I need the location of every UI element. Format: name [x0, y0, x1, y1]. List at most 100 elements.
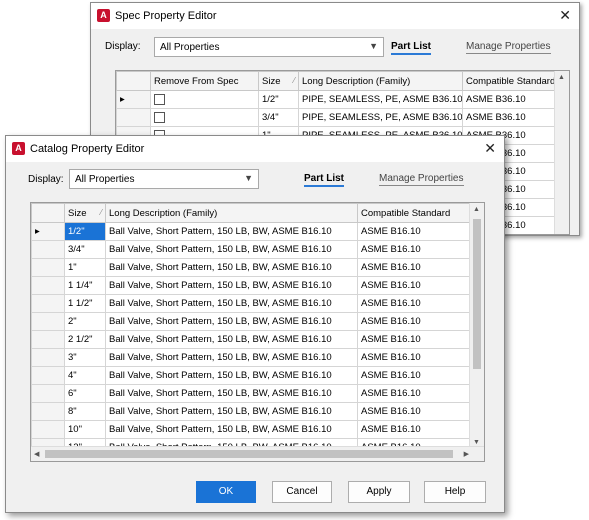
- table-row[interactable]: 6" Ball Valve, Short Pattern, 150 LB, BW,…: [31, 384, 473, 403]
- column-header-compatible-standard[interactable]: Compatible Standard: [357, 203, 473, 223]
- column-header-remove-from-spec[interactable]: Remove From Spec: [150, 71, 259, 91]
- row-header[interactable]: [31, 330, 65, 349]
- scroll-left-icon[interactable]: ◀: [34, 450, 39, 458]
- apply-button[interactable]: Apply: [348, 481, 410, 503]
- size-cell[interactable]: 8": [64, 402, 106, 421]
- row-header[interactable]: [31, 312, 65, 331]
- row-header[interactable]: [31, 384, 65, 403]
- row-header[interactable]: [31, 276, 65, 295]
- table-row[interactable]: 3/4" Ball Valve, Short Pattern, 150 LB, B…: [31, 240, 473, 259]
- spec-tab-manage-properties[interactable]: Manage Properties: [466, 41, 551, 54]
- scroll-right-icon[interactable]: ▶: [464, 450, 469, 458]
- size-cell[interactable]: 1/2": [258, 90, 299, 109]
- standard-cell[interactable]: ASME B16.10: [357, 366, 473, 385]
- catalog-display-dropdown[interactable]: All Properties ▼: [69, 169, 259, 189]
- close-icon[interactable]: ✕: [484, 140, 496, 157]
- standard-cell[interactable]: ASME B36.10: [462, 108, 563, 127]
- description-cell[interactable]: Ball Valve, Short Pattern, 150 LB, BW, A…: [105, 222, 358, 241]
- standard-cell[interactable]: ASME B16.10: [357, 330, 473, 349]
- size-cell[interactable]: 3/4": [64, 240, 106, 259]
- description-cell[interactable]: Ball Valve, Short Pattern, 150 LB, BW, A…: [105, 258, 358, 277]
- remove-checkbox[interactable]: [154, 93, 165, 105]
- remove-from-spec-cell[interactable]: [150, 108, 259, 127]
- column-header-size[interactable]: Size ⁄: [64, 203, 106, 223]
- scroll-up-icon[interactable]: ▲: [558, 74, 565, 81]
- description-cell[interactable]: Ball Valve, Short Pattern, 150 LB, BW, A…: [105, 420, 358, 439]
- spec-tab-part-list[interactable]: Part List: [391, 41, 432, 55]
- table-row[interactable]: 8" Ball Valve, Short Pattern, 150 LB, BW,…: [31, 402, 473, 421]
- help-button[interactable]: Help: [424, 481, 486, 503]
- row-header[interactable]: ▸: [116, 90, 151, 109]
- standard-cell[interactable]: ASME B16.10: [357, 312, 473, 331]
- size-cell[interactable]: 1/2": [64, 222, 106, 241]
- catalog-horizontal-scrollbar[interactable]: ◀ ▶: [31, 446, 484, 461]
- size-cell[interactable]: 6": [64, 384, 106, 403]
- ok-button[interactable]: OK: [196, 481, 256, 503]
- standard-cell[interactable]: ASME B16.10: [357, 384, 473, 403]
- description-cell[interactable]: Ball Valve, Short Pattern, 150 LB, BW, A…: [105, 240, 358, 259]
- table-row[interactable]: 3/4" PIPE, SEAMLESS, PE, ASME B36.10, ...…: [116, 108, 563, 127]
- description-cell[interactable]: Ball Valve, Short Pattern, 150 LB, BW, A…: [105, 312, 358, 331]
- column-header-long-description[interactable]: Long Description (Family): [105, 203, 358, 223]
- horizontal-scroll-thumb[interactable]: [45, 450, 453, 458]
- cancel-button[interactable]: Cancel: [272, 481, 332, 503]
- table-row[interactable]: 2 1/2" Ball Valve, Short Pattern, 150 LB,…: [31, 330, 473, 349]
- column-header-long-description[interactable]: Long Description (Family): [298, 71, 463, 91]
- standard-cell[interactable]: ASME B16.10: [357, 222, 473, 241]
- table-row[interactable]: ▸ 1/2" Ball Valve, Short Pattern, 150 LB, …: [31, 222, 473, 241]
- table-row[interactable]: 1" Ball Valve, Short Pattern, 150 LB, BW,…: [31, 258, 473, 277]
- size-cell[interactable]: 2 1/2": [64, 330, 106, 349]
- row-header[interactable]: [31, 420, 65, 439]
- standard-cell[interactable]: ASME B16.10: [357, 276, 473, 295]
- standard-cell[interactable]: ASME B16.10: [357, 294, 473, 313]
- column-header-size[interactable]: Size ⁄: [258, 71, 299, 91]
- spec-vertical-scrollbar[interactable]: ▲: [554, 71, 569, 234]
- size-cell[interactable]: 3/4": [258, 108, 299, 127]
- size-cell[interactable]: 1 1/2": [64, 294, 106, 313]
- description-cell[interactable]: Ball Valve, Short Pattern, 150 LB, BW, A…: [105, 294, 358, 313]
- description-cell[interactable]: Ball Valve, Short Pattern, 150 LB, BW, A…: [105, 330, 358, 349]
- row-header[interactable]: [31, 258, 65, 277]
- table-row[interactable]: 4" Ball Valve, Short Pattern, 150 LB, BW,…: [31, 366, 473, 385]
- catalog-vertical-scrollbar[interactable]: ▲ ▼: [469, 203, 484, 449]
- standard-cell[interactable]: ASME B16.10: [357, 258, 473, 277]
- row-header[interactable]: [31, 294, 65, 313]
- row-header[interactable]: [31, 402, 65, 421]
- catalog-tab-part-list[interactable]: Part List: [304, 173, 345, 187]
- row-header[interactable]: [31, 240, 65, 259]
- row-header[interactable]: [31, 348, 65, 367]
- standard-cell[interactable]: ASME B36.10: [462, 90, 563, 109]
- close-icon[interactable]: ✕: [559, 7, 571, 24]
- description-cell[interactable]: Ball Valve, Short Pattern, 150 LB, BW, A…: [105, 402, 358, 421]
- size-cell[interactable]: 4": [64, 366, 106, 385]
- spec-display-dropdown[interactable]: All Properties ▼: [154, 37, 384, 57]
- table-row[interactable]: 3" Ball Valve, Short Pattern, 150 LB, BW,…: [31, 348, 473, 367]
- standard-cell[interactable]: ASME B16.10: [357, 402, 473, 421]
- table-row[interactable]: 2" Ball Valve, Short Pattern, 150 LB, BW,…: [31, 312, 473, 331]
- standard-cell[interactable]: ASME B16.10: [357, 348, 473, 367]
- row-header[interactable]: [31, 366, 65, 385]
- scroll-down-icon[interactable]: ▼: [473, 439, 480, 446]
- remove-checkbox[interactable]: [154, 111, 165, 123]
- size-cell[interactable]: 3": [64, 348, 106, 367]
- standard-cell[interactable]: ASME B16.10: [357, 240, 473, 259]
- row-header[interactable]: ▸: [31, 222, 65, 241]
- size-cell[interactable]: 10": [64, 420, 106, 439]
- vertical-scroll-thumb[interactable]: [473, 219, 481, 369]
- description-cell[interactable]: PIPE, SEAMLESS, PE, ASME B36.10, ...: [298, 90, 463, 109]
- table-row[interactable]: 10" Ball Valve, Short Pattern, 150 LB, BW…: [31, 420, 473, 439]
- size-cell[interactable]: 1": [64, 258, 106, 277]
- scroll-up-icon[interactable]: ▲: [473, 206, 480, 213]
- description-cell[interactable]: Ball Valve, Short Pattern, 150 LB, BW, A…: [105, 348, 358, 367]
- description-cell[interactable]: Ball Valve, Short Pattern, 150 LB, BW, A…: [105, 276, 358, 295]
- size-cell[interactable]: 2": [64, 312, 106, 331]
- description-cell[interactable]: PIPE, SEAMLESS, PE, ASME B36.10, ...: [298, 108, 463, 127]
- column-header-compatible-standard[interactable]: Compatible Standard: [462, 71, 563, 91]
- row-header[interactable]: [116, 108, 151, 127]
- size-cell[interactable]: 1 1/4": [64, 276, 106, 295]
- catalog-tab-manage-properties[interactable]: Manage Properties: [379, 173, 464, 186]
- description-cell[interactable]: Ball Valve, Short Pattern, 150 LB, BW, A…: [105, 366, 358, 385]
- remove-from-spec-cell[interactable]: [150, 90, 259, 109]
- table-row[interactable]: 1 1/2" Ball Valve, Short Pattern, 150 LB,…: [31, 294, 473, 313]
- standard-cell[interactable]: ASME B16.10: [357, 420, 473, 439]
